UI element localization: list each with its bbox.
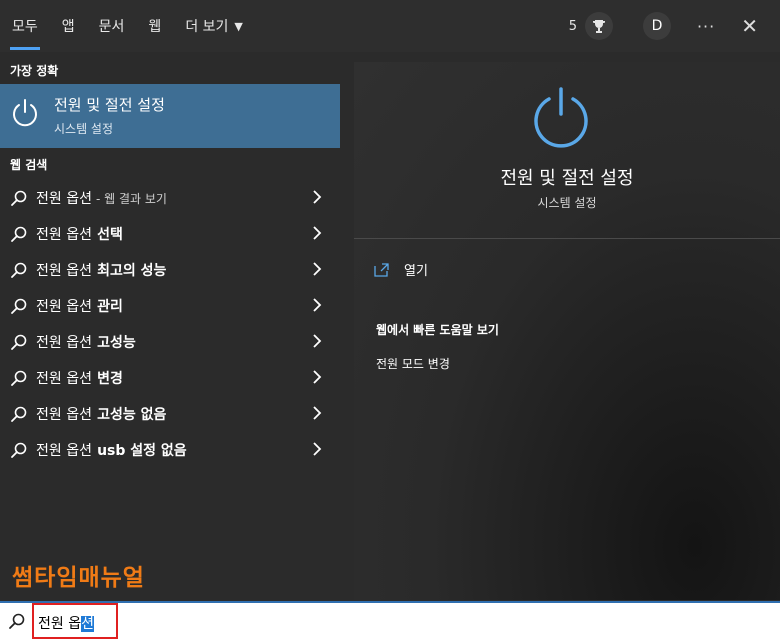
tab-label: 더 보기 (185, 19, 229, 35)
search-icon (11, 334, 27, 350)
watermark-text: 썸타임매뉴얼 (12, 565, 145, 591)
search-bar[interactable]: 전원 옵션 (0, 601, 780, 641)
web-result-row[interactable]: 전원 옵션 usb 설정 없음 (0, 432, 340, 468)
result-text: 전원 옵션 (36, 335, 92, 351)
result-bold-text: 고성능 없음 (97, 407, 167, 423)
open-external-icon (374, 262, 389, 277)
results-pane: 가장 정확 전원 및 절전 설정 시스템 설정 웹 검색 전원 옵션 - 웹 결… (0, 52, 340, 600)
web-help-link[interactable]: 전원 모드 변경 (376, 355, 450, 372)
search-icon (11, 298, 27, 314)
web-result-row[interactable]: 전원 옵션 고성능 (0, 324, 340, 360)
result-text: 전원 옵션 (36, 299, 92, 315)
result-bold-text: 선택 (97, 227, 123, 243)
search-selected-text: 션 (81, 616, 94, 632)
result-suffix: - 웹 결과 보기 (95, 191, 167, 206)
tab-label: 앱 (61, 19, 75, 35)
search-icon (11, 190, 27, 206)
chevron-right-icon (313, 226, 322, 240)
web-result-row[interactable]: 전원 옵션 관리 (0, 288, 340, 324)
chevron-right-icon (313, 298, 322, 312)
web-result-row[interactable]: 전원 옵션 선택 (0, 216, 340, 252)
result-bold-text: 최고의 성능 (97, 263, 167, 279)
divider (354, 238, 780, 239)
best-match-subtitle: 시스템 설정 (54, 122, 114, 136)
rewards-trophy-icon[interactable] (584, 12, 613, 40)
tab-all[interactable]: 모두 (0, 0, 50, 52)
search-text: 전원 옵 (38, 616, 82, 632)
chevron-right-icon (313, 334, 322, 348)
result-text: 전원 옵션 (36, 263, 92, 279)
web-search-heading: 웹 검색 (10, 158, 48, 172)
power-icon (13, 99, 37, 127)
web-search-results: 전원 옵션 - 웹 결과 보기 전원 옵션 선택 전원 옵션 최고의 성능 전원… (0, 180, 340, 468)
tab-label: 모두 (12, 19, 38, 35)
preview-subtitle: 시스템 설정 (537, 196, 597, 210)
result-text: 전원 옵션 (36, 191, 92, 207)
preview-title: 전원 및 절전 설정 (500, 168, 634, 189)
web-result-row[interactable]: 전원 옵션 변경 (0, 360, 340, 396)
chevron-right-icon (313, 442, 322, 456)
avatar[interactable]: D (642, 12, 671, 40)
search-input[interactable]: 전원 옵션 (38, 613, 94, 633)
preview-pane: 전원 및 절전 설정 시스템 설정 열기 웹에서 빠른 도움말 보기 전원 모드… (354, 62, 780, 600)
search-icon (11, 370, 27, 386)
chevron-right-icon (313, 406, 322, 420)
best-match-item[interactable]: 전원 및 절전 설정 시스템 설정 (0, 84, 340, 148)
result-text: 전원 옵션 (36, 371, 92, 387)
tab-label: 문서 (98, 19, 125, 35)
tab-apps[interactable]: 앱 (50, 0, 87, 52)
result-bold-text: 관리 (97, 299, 123, 315)
chevron-right-icon (313, 190, 322, 204)
search-icon (11, 262, 27, 278)
result-bold-text: 고성능 (97, 335, 136, 351)
result-bold-text: 변경 (97, 371, 123, 387)
caret-down-icon: ▼ (234, 19, 243, 33)
result-bold-text: usb 설정 없음 (97, 443, 187, 459)
close-icon[interactable]: ✕ (741, 14, 758, 38)
rewards-points: 5 (568, 18, 577, 34)
tab-label: 웹 (148, 19, 162, 35)
search-icon (11, 226, 27, 242)
result-text: 전원 옵션 (36, 227, 92, 243)
top-bar: 모두 앱 문서 웹 더 보기 ▼ 5 D ··· ✕ (0, 0, 780, 52)
result-text: 전원 옵션 (36, 443, 92, 459)
search-icon (11, 442, 27, 458)
avatar-letter: D (651, 18, 663, 34)
web-result-row[interactable]: 전원 옵션 고성능 없음 (0, 396, 340, 432)
open-action[interactable]: 열기 (374, 260, 428, 279)
search-icon (9, 613, 25, 629)
more-options-icon[interactable]: ··· (697, 17, 715, 36)
top-right-tools: 5 D ··· ✕ (569, 0, 780, 52)
tab-web[interactable]: 웹 (136, 0, 173, 52)
chevron-right-icon (313, 370, 322, 384)
open-label: 열기 (404, 264, 428, 279)
tab-documents[interactable]: 문서 (87, 0, 137, 52)
chevron-right-icon (313, 262, 322, 276)
result-text: 전원 옵션 (36, 407, 92, 423)
power-icon (534, 87, 588, 148)
web-result-row[interactable]: 전원 옵션 - 웹 결과 보기 (0, 180, 340, 216)
search-icon (11, 406, 27, 422)
filter-tabs: 모두 앱 문서 웹 더 보기 ▼ (0, 0, 255, 52)
web-help-heading: 웹에서 빠른 도움말 보기 (376, 323, 499, 337)
best-match-title: 전원 및 절전 설정 (54, 96, 165, 114)
tab-more[interactable]: 더 보기 ▼ (173, 0, 255, 52)
web-result-row[interactable]: 전원 옵션 최고의 성능 (0, 252, 340, 288)
best-match-heading: 가장 정확 (10, 64, 59, 78)
